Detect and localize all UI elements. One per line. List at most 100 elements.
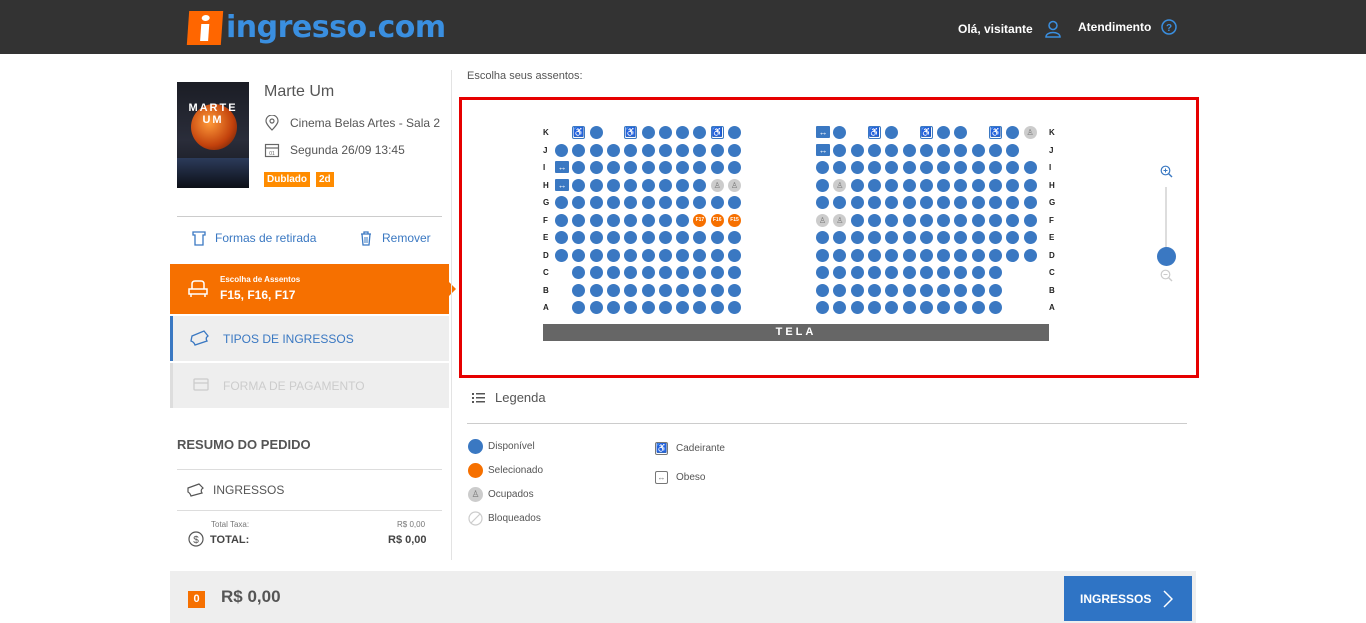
wheelchair-seat-icon[interactable]: ♿ [989,126,1002,139]
obese-seat-icon[interactable]: ↔ [816,126,830,138]
seat[interactable] [658,161,672,174]
seat[interactable] [693,143,707,157]
seat[interactable] [555,196,568,209]
seat[interactable] [867,283,881,297]
seat[interactable] [833,248,847,262]
seat[interactable] [902,178,916,192]
seat[interactable] [676,231,690,244]
seat[interactable] [710,196,724,209]
obese-seat-icon[interactable]: ↔ [555,178,569,191]
tickets-next-button[interactable]: INGRESSOS [1064,576,1192,621]
seat[interactable] [919,266,933,279]
selected-seat[interactable]: F16 [710,213,724,227]
wheelchair-seat-icon[interactable]: ♿ [624,126,638,139]
seat[interactable] [902,248,916,262]
seat[interactable] [676,161,690,174]
wheelchair-seat-icon[interactable]: ♿ [867,126,881,139]
seat[interactable] [555,143,568,157]
seat[interactable] [954,178,968,192]
seat[interactable] [572,143,586,157]
seat[interactable] [676,248,690,262]
seat[interactable] [1023,161,1037,174]
seat[interactable] [850,161,864,174]
seat[interactable] [641,231,655,244]
selected-seat[interactable]: F15 [728,213,741,227]
seat[interactable] [728,283,741,297]
seat[interactable] [641,266,655,279]
seat[interactable] [728,126,741,139]
seat[interactable] [1023,231,1037,244]
seat[interactable] [606,231,620,244]
seat[interactable] [902,231,916,244]
seat[interactable] [989,178,1002,192]
seat[interactable] [885,143,899,157]
seat[interactable] [816,266,829,279]
support-link[interactable]: Atendimento ? [1078,19,1178,35]
seat[interactable] [1023,248,1037,262]
seat[interactable] [989,143,1002,157]
seat[interactable] [1023,178,1037,192]
seat[interactable] [676,126,690,139]
step-seat-selection[interactable]: Escolha de Assentos F15, F16, F17 [170,264,456,314]
seat[interactable] [606,196,620,209]
seat[interactable] [816,283,829,297]
seat[interactable] [937,143,951,157]
seat[interactable] [606,143,620,157]
pickup-options-link[interactable]: Formas de retirada [191,230,316,246]
seat[interactable] [850,248,864,262]
seat[interactable] [867,213,881,227]
seat[interactable] [658,213,672,227]
remove-link[interactable]: Remover [358,230,431,246]
seat[interactable] [937,266,951,279]
seat[interactable] [816,301,829,314]
selected-seat[interactable]: F17 [693,213,707,227]
seat[interactable] [641,161,655,174]
seat[interactable] [971,213,985,227]
seat[interactable] [867,248,881,262]
seat[interactable] [676,143,690,157]
obese-seat-icon[interactable]: ↔ [555,161,569,173]
seat[interactable] [728,143,741,157]
seat[interactable] [624,213,638,227]
seat[interactable] [989,301,1002,314]
seat[interactable] [937,161,951,174]
seat[interactable] [710,143,724,157]
seat[interactable] [989,283,1002,297]
seat[interactable] [937,126,951,139]
seat[interactable] [589,143,603,157]
seat[interactable] [937,248,951,262]
seat[interactable] [902,143,916,157]
seat[interactable] [589,126,603,139]
seat[interactable] [954,143,968,157]
seat[interactable] [589,231,603,244]
seat[interactable] [606,266,620,279]
seat[interactable] [885,178,899,192]
seat[interactable] [850,301,864,314]
seat[interactable] [971,161,985,174]
seat[interactable] [710,248,724,262]
seat[interactable] [658,283,672,297]
seat[interactable] [693,248,707,262]
seat[interactable] [919,143,933,157]
seat[interactable] [676,266,690,279]
seat[interactable] [954,283,968,297]
seat[interactable] [710,161,724,174]
seat[interactable] [1006,248,1020,262]
seat[interactable] [1006,213,1020,227]
seat[interactable] [919,248,933,262]
seat[interactable] [885,213,899,227]
seat[interactable] [658,126,672,139]
seat[interactable] [902,213,916,227]
seat[interactable] [919,283,933,297]
seat[interactable] [658,143,672,157]
seat[interactable] [902,301,916,314]
seat[interactable] [816,248,829,262]
seat[interactable] [867,178,881,192]
seat[interactable] [971,196,985,209]
seat[interactable] [867,196,881,209]
seat[interactable] [641,301,655,314]
seat[interactable] [937,301,951,314]
seat[interactable] [1006,143,1020,157]
seat[interactable] [902,266,916,279]
seat[interactable] [971,301,985,314]
